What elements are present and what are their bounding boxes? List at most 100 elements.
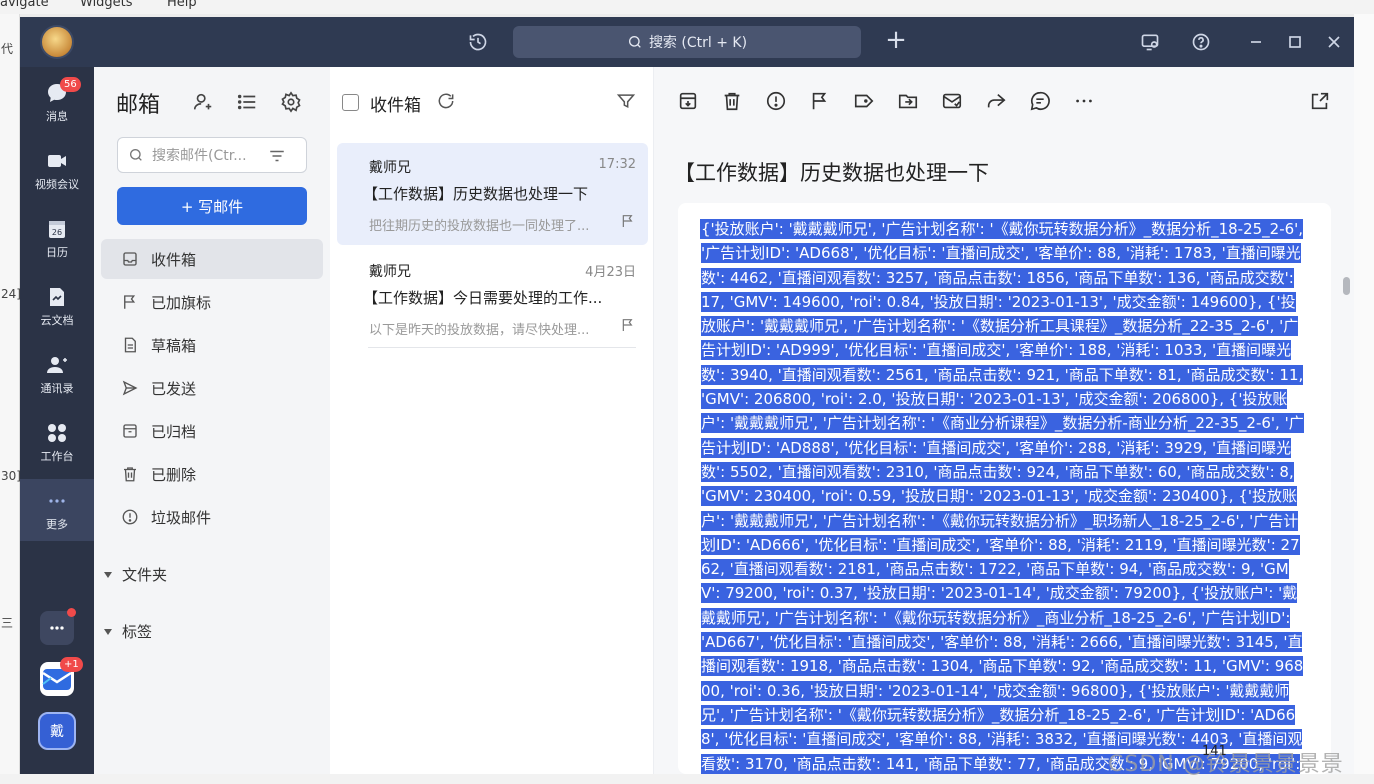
caret-down-icon xyxy=(104,628,112,635)
mail-search-placeholder: 搜索邮件(Ctr... xyxy=(152,148,247,164)
filter-lines-icon[interactable] xyxy=(268,147,286,165)
more-options-icon[interactable] xyxy=(1073,90,1095,112)
grid-apps-icon xyxy=(48,424,66,442)
notification-dot xyxy=(67,608,76,617)
nav-label-calendar: 日历 xyxy=(46,246,68,259)
search-icon xyxy=(628,36,641,48)
mail-body: {'投放账户': '戴戴戴师兄', '广告计划名称': '《戴你玩转数据分析》_… xyxy=(678,203,1331,774)
list-view-icon[interactable] xyxy=(236,91,258,113)
watermark: CSDN @铃景景景景景 xyxy=(1108,752,1344,777)
select-all-checkbox[interactable] xyxy=(342,94,359,111)
reader-scrollbar[interactable] xyxy=(1343,277,1350,295)
folder-flagged[interactable]: 已加旗标 xyxy=(101,282,323,322)
bg-menu-navigate[interactable]: avigate xyxy=(0,0,49,10)
background-right-strip xyxy=(1354,14,1374,784)
label-tag-icon[interactable] xyxy=(853,90,875,112)
unread-badge: 56 xyxy=(60,77,81,92)
mail-item[interactable]: 戴师兄 4月23日 【工作数据】今日需要处理的工作... 以下是昨天的投放数据，… xyxy=(337,247,648,349)
nav-label-more: 更多 xyxy=(46,518,68,531)
folder-archived[interactable]: 已归档 xyxy=(101,411,323,451)
title-bar: 搜索 (Ctrl + K) + xyxy=(20,17,1354,67)
search-icon xyxy=(130,149,142,161)
add-contact-icon[interactable] xyxy=(192,91,214,113)
folder-label: 已归档 xyxy=(151,422,197,441)
caret-down-icon xyxy=(104,571,112,578)
nav-item-workbench[interactable]: 工作台 xyxy=(20,411,94,473)
group-label: 标签 xyxy=(122,623,153,641)
nav-label-messages: 消息 xyxy=(46,110,68,123)
send-icon xyxy=(122,380,138,396)
bg-left-text-4: 三 xyxy=(1,616,14,630)
main-panel: 邮箱 搜索邮件(Ctr... + 写邮件 收件箱 已加旗标 草稿箱 已发送 已归… xyxy=(94,67,1354,774)
forward-icon[interactable] xyxy=(985,90,1007,112)
bg-left-text-2: 24] xyxy=(1,287,21,301)
flag-icon[interactable] xyxy=(620,317,636,333)
mail-sender: 戴师兄 xyxy=(369,160,411,176)
bg-menu-help[interactable]: Help xyxy=(167,0,197,10)
global-search-bar[interactable]: 搜索 (Ctrl + K) xyxy=(513,26,861,58)
nav-item-calendar[interactable]: 26 日历 xyxy=(20,207,94,269)
mail-reader: 【工作数据】历史数据也处理一下 {'投放账户': '戴戴戴师兄', '广告计划名… xyxy=(654,67,1354,774)
folder-label: 垃圾邮件 xyxy=(151,508,212,527)
bg-left-text-1: 代 xyxy=(1,42,14,56)
spam-report-icon[interactable] xyxy=(765,90,787,112)
trash-icon xyxy=(124,467,136,482)
compose-button[interactable]: + 写邮件 xyxy=(117,187,307,225)
nav-item-contacts[interactable]: 通讯录 xyxy=(20,343,94,405)
screen-share-icon[interactable] xyxy=(1138,30,1162,54)
mail-list-title: 收件箱 xyxy=(370,96,421,116)
nav-item-more[interactable]: 更多 xyxy=(20,479,94,541)
user-avatar[interactable] xyxy=(40,25,74,59)
minimize-icon[interactable] xyxy=(1244,30,1268,54)
mail-subject: 【工作数据】历史数据也处理一下 xyxy=(363,185,589,203)
delete-icon[interactable] xyxy=(721,90,743,112)
contacts-icon xyxy=(47,357,67,373)
bg-left-text-3: 30] xyxy=(1,469,21,483)
group-label: 文件夹 xyxy=(122,566,168,584)
side-navigation: 消息 56 视频会议 26 日历 云文档 通讯录 工作台 更多 +1 戴 xyxy=(20,67,94,774)
selected-body-text[interactable]: {'投放账户': '戴戴戴师兄', '广告计划名称': '《戴你玩转数据分析》_… xyxy=(701,220,1304,774)
mail-date: 17:32 xyxy=(598,157,636,172)
refresh-icon[interactable] xyxy=(436,91,456,111)
nav-label-video-meeting: 视频会议 xyxy=(35,178,79,191)
flag-icon[interactable] xyxy=(809,90,831,112)
svg-text:26: 26 xyxy=(52,228,62,237)
user-initial: 戴 xyxy=(50,724,64,740)
mail-search-input[interactable]: 搜索邮件(Ctr... xyxy=(117,137,307,173)
close-icon[interactable] xyxy=(1322,30,1346,54)
mail-body-text: {'投放账户': '戴戴戴师兄', '广告计划名称': '《戴你玩转数据分析》_… xyxy=(701,217,1306,774)
history-icon[interactable] xyxy=(466,30,490,54)
nav-item-cloud-docs[interactable]: 云文档 xyxy=(20,275,94,337)
folder-inbox[interactable]: 收件箱 xyxy=(101,239,323,279)
folder-drafts[interactable]: 草稿箱 xyxy=(101,325,323,365)
group-tags[interactable]: 标签 xyxy=(104,621,152,642)
filter-funnel-icon[interactable] xyxy=(616,91,636,111)
bg-menu-widgets[interactable]: Widgets xyxy=(80,0,133,10)
nav-item-messages[interactable]: 消息 56 xyxy=(20,71,94,133)
user-profile-button[interactable]: 戴 xyxy=(38,712,76,750)
mark-mail-icon[interactable] xyxy=(941,90,963,112)
flag-icon xyxy=(124,295,136,309)
mail-subject: 【工作数据】今日需要处理的工作... xyxy=(363,289,603,307)
group-folders[interactable]: 文件夹 xyxy=(104,564,167,585)
settings-gear-icon[interactable] xyxy=(280,91,302,113)
nav-label-contacts: 通讯录 xyxy=(40,382,74,395)
folder-deleted[interactable]: 已删除 xyxy=(101,454,323,494)
maximize-icon[interactable] xyxy=(1283,30,1307,54)
archive-icon[interactable] xyxy=(677,90,699,112)
mail-item[interactable]: 戴师兄 17:32 【工作数据】历史数据也处理一下 把往期历史的投放数据也一同处… xyxy=(337,143,648,245)
help-icon[interactable] xyxy=(1189,30,1213,54)
ellipsis-icon xyxy=(50,626,64,630)
nav-label-workbench: 工作台 xyxy=(40,450,74,463)
folder-sent[interactable]: 已发送 xyxy=(101,368,323,408)
comment-icon[interactable] xyxy=(1029,90,1051,112)
flag-icon[interactable] xyxy=(620,213,636,229)
mailbox-sidebar: 邮箱 搜索邮件(Ctr... + 写邮件 收件箱 已加旗标 草稿箱 已发送 已归… xyxy=(94,67,330,774)
folder-spam[interactable]: 垃圾邮件 xyxy=(101,497,323,537)
mail-app-window: 搜索 (Ctrl + K) + 消息 56 视频会议 26 日历 云文档 通讯录… xyxy=(20,17,1354,774)
open-in-window-icon[interactable] xyxy=(1309,90,1331,112)
plus-icon[interactable]: + xyxy=(882,27,910,55)
nav-item-video-meeting[interactable]: 视频会议 xyxy=(20,139,94,201)
more-dots-icon xyxy=(49,499,65,503)
move-to-folder-icon[interactable] xyxy=(897,90,919,112)
